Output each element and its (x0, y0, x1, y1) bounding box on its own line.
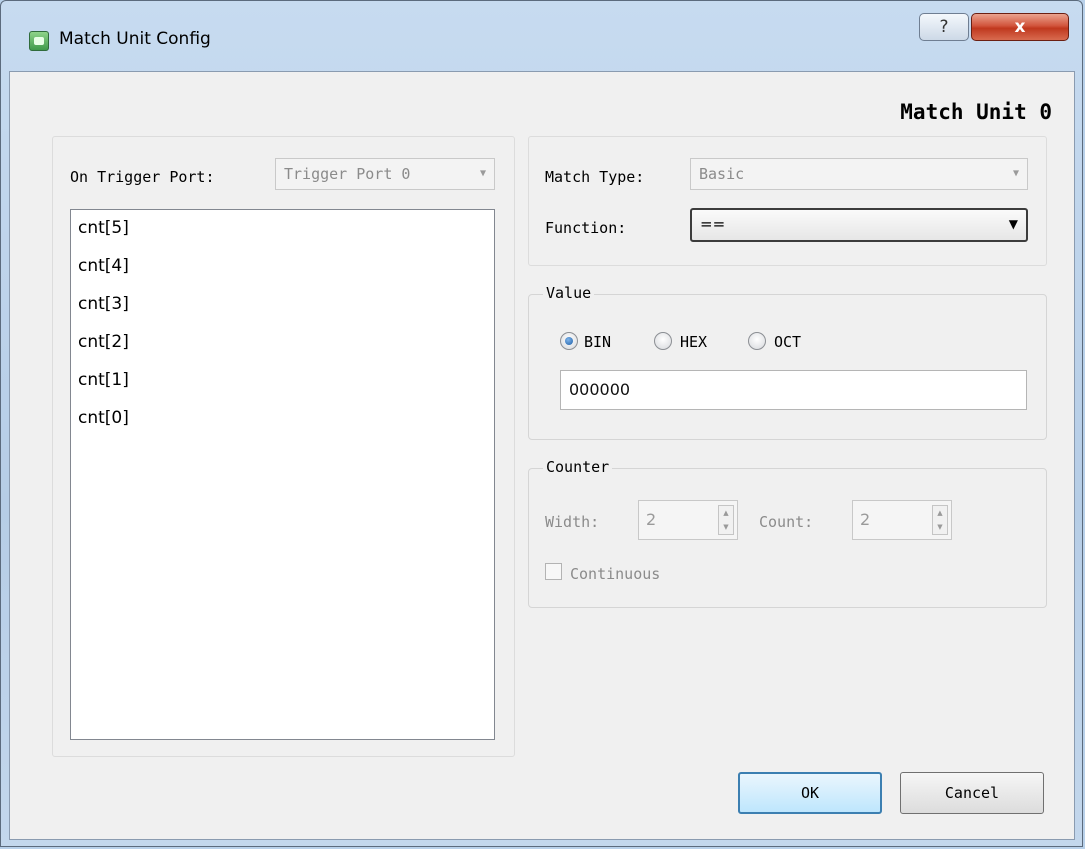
oct-radio-label[interactable]: OCT (774, 333, 801, 351)
match-type-value: Basic (699, 165, 745, 183)
match-type-label: Match Type: (545, 168, 645, 186)
count-label: Count: (759, 513, 814, 531)
function-label: Function: (545, 219, 627, 237)
spin-down-icon: ▼ (723, 523, 729, 531)
list-item[interactable]: cnt[1] (78, 370, 494, 408)
count-value: 2 (860, 510, 871, 529)
signal-list[interactable]: cnt[5] cnt[4] cnt[3] cnt[2] cnt[1] cnt[0… (70, 209, 495, 740)
chevron-down-icon: ▼ (1008, 217, 1018, 231)
hex-radio-label[interactable]: HEX (680, 333, 707, 351)
spin-up-icon: ▲ (723, 509, 729, 517)
chevron-down-icon: ▼ (479, 168, 486, 179)
continuous-checkbox (545, 563, 562, 580)
width-stepper: 2 ▲ ▼ (638, 500, 738, 540)
list-item[interactable]: cnt[2] (78, 332, 494, 370)
hex-radio[interactable] (654, 332, 672, 350)
function-value: == (700, 215, 726, 233)
continuous-label: Continuous (570, 565, 661, 583)
value-group-label: Value (543, 284, 595, 302)
cancel-button[interactable]: Cancel (900, 772, 1044, 814)
value-group: Value (528, 284, 1047, 440)
bin-radio-label[interactable]: BIN (584, 333, 611, 351)
ok-button[interactable]: OK (738, 772, 882, 814)
width-spin-buttons: ▲ ▼ (718, 505, 734, 535)
app-icon (29, 31, 49, 51)
bin-radio[interactable] (560, 332, 578, 350)
list-item[interactable]: cnt[0] (78, 408, 494, 446)
help-button[interactable]: ? (919, 13, 969, 41)
close-button[interactable]: x (971, 13, 1069, 41)
dialog-window: Match Unit Config ? x Match Unit 0 On Tr… (0, 0, 1083, 847)
chevron-down-icon: ▼ (1012, 168, 1019, 179)
counter-group-label: Counter (543, 458, 613, 476)
counter-group: Counter (528, 458, 1047, 608)
spin-up-icon: ▲ (937, 509, 943, 517)
match-type-select: Basic ▼ (690, 158, 1028, 190)
oct-radio[interactable] (748, 332, 766, 350)
title-bar[interactable]: Match Unit Config ? x (1, 1, 1082, 71)
match-settings-panel (528, 136, 1047, 266)
list-item[interactable]: cnt[5] (78, 218, 494, 256)
spin-down-icon: ▼ (937, 523, 943, 531)
value-input[interactable]: 000000 (560, 370, 1027, 410)
list-item[interactable]: cnt[3] (78, 294, 494, 332)
trigger-port-value: Trigger Port 0 (284, 165, 411, 183)
count-stepper: 2 ▲ ▼ (852, 500, 952, 540)
match-unit-heading: Match Unit 0 (900, 100, 1052, 124)
list-item[interactable]: cnt[4] (78, 256, 494, 294)
width-label: Width: (545, 513, 600, 531)
function-select[interactable]: == ▼ (690, 208, 1028, 242)
dialog-body: Match Unit 0 On Trigger Port: Trigger Po… (9, 71, 1075, 840)
width-value: 2 (646, 510, 657, 529)
trigger-port-select: Trigger Port 0 ▼ (275, 158, 495, 190)
window-title: Match Unit Config (59, 29, 211, 49)
trigger-port-label: On Trigger Port: (70, 168, 215, 186)
count-spin-buttons: ▲ ▼ (932, 505, 948, 535)
